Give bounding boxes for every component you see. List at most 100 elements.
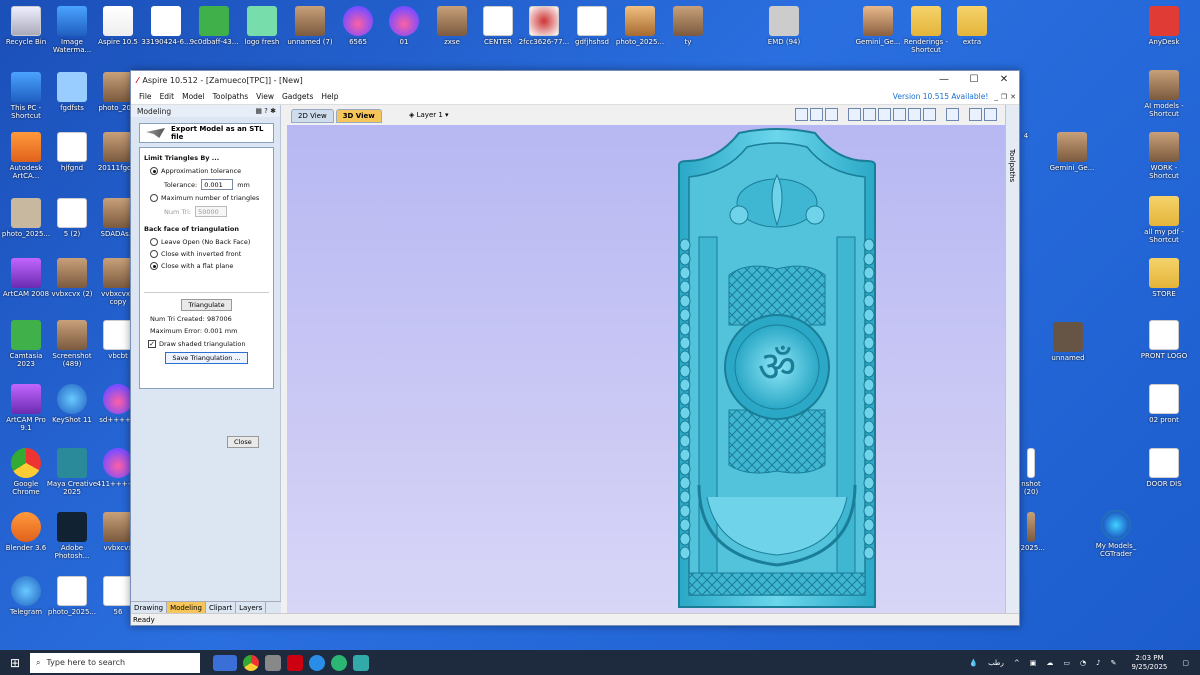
this-pc-icon[interactable]: This PC - Shortcut xyxy=(0,72,52,120)
desktop-icon[interactable]: zxse xyxy=(426,6,478,46)
radio-leave-open[interactable]: Leave Open (No Back Face) xyxy=(150,238,269,246)
aspire-icon[interactable]: Aspire 10.5 xyxy=(92,6,144,46)
radio-max-triangles[interactable]: Maximum number of triangles xyxy=(150,194,269,202)
chevron-up-icon[interactable]: ^ xyxy=(1014,659,1020,667)
toolpaths-side-tab[interactable]: Toolpaths xyxy=(1005,105,1019,615)
desktop-icon[interactable]: CENTER xyxy=(472,6,524,46)
desktop-icon[interactable]: 33190424-6... xyxy=(140,6,192,46)
folder-icon[interactable]: all my pdf - Shortcut xyxy=(1138,196,1190,244)
document-icon[interactable]: DOOR DIS xyxy=(1138,448,1190,488)
tab-3d-view[interactable]: 3D View xyxy=(335,109,382,123)
desktop-icon[interactable]: photo_2025... xyxy=(614,6,666,46)
artcam-icon[interactable]: ArtCAM 2008 xyxy=(0,258,52,298)
speaker-icon[interactable]: ♪ xyxy=(1096,659,1100,667)
cloud-icon[interactable]: ☁ xyxy=(1046,659,1053,667)
pan-icon[interactable] xyxy=(848,108,861,121)
maximize-button[interactable]: ☐ xyxy=(959,71,989,89)
zoom-box-icon[interactable] xyxy=(810,108,823,121)
desktop-icon[interactable]: gdfjhshsd xyxy=(566,6,618,46)
desktop-icon[interactable]: 2fcc3626-77... xyxy=(518,6,570,46)
windows-start-icon[interactable]: ⊞ xyxy=(0,656,30,670)
save-triangulation-button[interactable]: Save Triangulation ... xyxy=(165,352,248,364)
3d-viewport[interactable]: ॐ xyxy=(287,125,1005,613)
settings-gear-icon[interactable] xyxy=(265,654,281,671)
app-taskbar-icon[interactable] xyxy=(353,654,369,671)
zoom-in-icon[interactable] xyxy=(863,108,876,121)
aspire-taskbar-icon[interactable] xyxy=(287,654,303,671)
menu-file[interactable]: File xyxy=(139,92,152,101)
autodesk-artcam-icon[interactable]: Autodesk ArtCA... xyxy=(0,132,52,180)
close-panel-button[interactable]: Close xyxy=(227,436,259,448)
menu-view[interactable]: View xyxy=(256,92,274,101)
triangulate-button[interactable]: Triangulate xyxy=(181,299,232,311)
taskbar-search[interactable]: ⌕ Type here to search xyxy=(30,652,200,673)
maya-icon[interactable]: Maya Creative 2025 xyxy=(46,448,98,496)
camtasia-icon[interactable]: Camtasia 2023 xyxy=(0,320,52,368)
desktop-icon[interactable]: Gemini_Ge... xyxy=(852,6,904,46)
doc-close-button[interactable]: ✕ xyxy=(1010,93,1016,101)
view-iso-icon[interactable] xyxy=(908,108,921,121)
blender-icon[interactable]: Blender 3.6 xyxy=(0,512,52,552)
desktop-icon[interactable]: hjfgnd xyxy=(46,132,98,172)
pen-icon[interactable]: ✎ xyxy=(1111,659,1117,667)
edge-icon[interactable]: My Models_ CGTrader xyxy=(1090,510,1142,558)
layer-dropdown[interactable]: ◈ Layer 1 ▾ xyxy=(409,111,449,119)
edge-taskbar-icon[interactable] xyxy=(331,654,347,671)
shade-icon[interactable] xyxy=(946,108,959,121)
desktop-icon[interactable]: 5 (2) xyxy=(46,198,98,238)
radio-flat-plane[interactable]: Close with a flat plane xyxy=(150,262,269,270)
desktop-icon[interactable]: unnamed xyxy=(1042,322,1094,362)
telegram-taskbar-icon[interactable] xyxy=(309,654,325,671)
telegram-icon[interactable]: Telegram xyxy=(0,576,52,616)
tab-2d-view[interactable]: 2D View xyxy=(291,109,334,123)
view-top-icon[interactable] xyxy=(923,108,936,121)
clock[interactable]: 2:03 PM 9/25/2025 xyxy=(1131,654,1167,672)
version-notice-link[interactable]: Version 10.515 Available! xyxy=(893,92,989,101)
chrome-taskbar-icon[interactable] xyxy=(243,654,259,671)
desktop-icon[interactable]: photo_2025... xyxy=(0,198,52,238)
notification-icon[interactable]: ▢ xyxy=(1182,659,1189,667)
panel-tools[interactable]: ▦ ? ✱ xyxy=(255,107,276,115)
menu-edit[interactable]: Edit xyxy=(160,92,175,101)
document-icon[interactable]: PRONT LOGO xyxy=(1138,320,1190,360)
draw-shaded-checkbox[interactable]: ✓ Draw shaded triangulation xyxy=(148,340,269,348)
zoom-out-icon[interactable] xyxy=(878,108,891,121)
desktop-icon[interactable]: fgdfsts xyxy=(46,72,98,112)
radio-inverted-front[interactable]: Close with inverted front xyxy=(150,250,269,258)
folder-icon[interactable]: extra xyxy=(946,6,998,46)
task-view-icon[interactable] xyxy=(213,654,237,671)
close-window-button[interactable]: ✕ xyxy=(989,71,1019,89)
folder-icon[interactable]: AI models - Shortcut xyxy=(1138,70,1190,118)
desktop-icon[interactable]: photo_2025... xyxy=(46,576,98,616)
battery-icon[interactable]: ▭ xyxy=(1063,659,1070,667)
desktop-icon[interactable]: 9c0dbaff-43... xyxy=(188,6,240,46)
desktop-icon[interactable]: Screenshot (489) xyxy=(46,320,98,368)
doc-restore-button[interactable]: ❐ xyxy=(1001,93,1007,101)
desktop-icon[interactable]: logo fresh xyxy=(236,6,288,46)
photoshop-icon[interactable]: Adobe Photosh... xyxy=(46,512,98,560)
grid-icon[interactable] xyxy=(825,108,838,121)
desktop-icon[interactable]: Renderings - Shortcut xyxy=(900,6,952,54)
layout-h-icon[interactable] xyxy=(969,108,982,121)
menu-help[interactable]: Help xyxy=(321,92,338,101)
title-bar[interactable]: ⁄ Aspire 10.512 - [Zamueco[TPC]] - [New]… xyxy=(131,71,1019,89)
desktop-icon[interactable]: unnamed (7) xyxy=(284,6,336,46)
folder-icon[interactable]: WORK - Shortcut xyxy=(1138,132,1190,180)
radio-approx-tolerance[interactable]: Approximation tolerance xyxy=(150,167,269,175)
desktop-icon[interactable]: EMD (94) xyxy=(758,6,810,46)
folder-icon[interactable]: STORE xyxy=(1138,258,1190,298)
menu-toolpaths[interactable]: Toolpaths xyxy=(213,92,249,101)
desktop-icon[interactable]: 6565 xyxy=(332,6,384,46)
desktop-icon[interactable]: Gemini_Ge... xyxy=(1046,132,1098,172)
doc-minimize-button[interactable]: _ xyxy=(994,93,998,101)
desktop-icon[interactable]: Image Waterma... xyxy=(46,6,98,54)
desktop-icon[interactable]: vvbxcvx (2) xyxy=(46,258,98,298)
minimize-button[interactable]: — xyxy=(929,71,959,89)
anydesk-icon[interactable]: AnyDesk xyxy=(1138,6,1190,46)
recycle-bin-icon[interactable]: Recycle Bin xyxy=(0,6,52,46)
zoom-window-icon[interactable] xyxy=(893,108,906,121)
document-icon[interactable]: 02 pront xyxy=(1138,384,1190,424)
tolerance-input[interactable] xyxy=(201,179,234,190)
weather-icon[interactable]: 💧 xyxy=(969,659,978,667)
chrome-icon[interactable]: Google Chrome xyxy=(0,448,52,496)
